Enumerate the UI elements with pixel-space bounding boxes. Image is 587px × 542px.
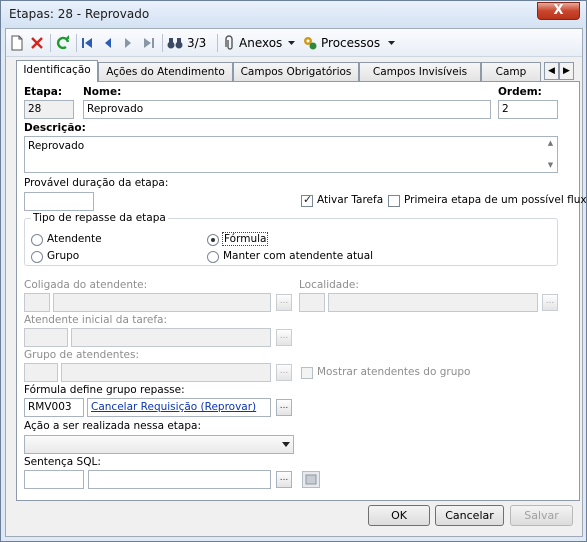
- toolbar: 3/3 Anexos Processos: [6, 29, 582, 57]
- coligada-code-field: [24, 293, 50, 312]
- radio-grupo-label: Grupo: [47, 250, 80, 262]
- descricao-scrollbar[interactable]: ▲ ▼: [545, 138, 556, 171]
- sql-edit-icon[interactable]: [302, 471, 320, 488]
- sql-name-field[interactable]: [88, 470, 271, 489]
- toolbar-separator: [76, 34, 77, 52]
- formula-name-field[interactable]: Cancelar Requisição (Reprovar): [87, 398, 271, 417]
- formula-browse-button[interactable]: ...: [276, 399, 292, 416]
- toolbar-separator: [162, 34, 163, 52]
- nome-label: Nome:: [83, 86, 122, 98]
- toolbar-separator: [217, 34, 218, 52]
- tab-campos-invisiveis[interactable]: Campos Invisíveis: [359, 62, 481, 82]
- last-record-icon[interactable]: [143, 33, 155, 53]
- ok-button[interactable]: OK: [368, 505, 430, 526]
- dialog-window: Etapas: 28 - Reprovado X 3/3 Anexos Proc…: [0, 0, 587, 542]
- tab-identificacao[interactable]: Identificação: [16, 60, 98, 82]
- sql-label: Sentença SQL:: [24, 456, 101, 468]
- formula-code-field[interactable]: RMV003: [24, 398, 84, 417]
- etapa-label: Etapa:: [24, 86, 63, 98]
- record-counter: 3/3: [187, 36, 207, 50]
- chevron-down-icon: [288, 41, 296, 45]
- localidade-browse-button: ...: [542, 294, 558, 311]
- duracao-field[interactable]: [24, 192, 94, 211]
- descricao-text: Reprovado: [28, 140, 85, 152]
- repasse-label: Tipo de repasse da etapa: [31, 212, 168, 224]
- refresh-icon[interactable]: [55, 33, 71, 53]
- acao-select[interactable]: [24, 435, 294, 454]
- atendente-inicial-label: Atendente inicial da tarefa:: [24, 314, 167, 326]
- etapa-field: 28: [24, 100, 74, 119]
- ativar-tarefa-checkbox[interactable]: [301, 193, 313, 207]
- descricao-label: Descrição:: [24, 122, 86, 134]
- atendente-inicial-name-field: [71, 328, 271, 347]
- grupo-atendentes-code-field: [24, 363, 58, 382]
- window-title: Etapas: 28 - Reprovado: [9, 7, 150, 21]
- attachments-button[interactable]: Anexos: [222, 33, 297, 53]
- radio-atendente-label: Atendente: [47, 233, 102, 245]
- processes-button[interactable]: Processos: [302, 33, 397, 53]
- acao-label: Ação a ser realizada nessa etapa:: [24, 420, 201, 432]
- save-button[interactable]: Salvar: [510, 505, 573, 526]
- ordem-field[interactable]: 2: [498, 100, 558, 119]
- formula-link[interactable]: Cancelar Requisição (Reprovar): [91, 401, 256, 413]
- sql-code-field[interactable]: [24, 470, 84, 489]
- grupo-atendentes-label: Grupo de atendentes:: [24, 349, 140, 361]
- ordem-label: Ordem:: [498, 86, 542, 98]
- delete-icon[interactable]: [30, 33, 44, 53]
- tab-acoes-atendimento[interactable]: Ações do Atendimento: [98, 62, 233, 82]
- binoculars-icon[interactable]: [167, 33, 183, 53]
- mostrar-atendentes-checkbox: [301, 367, 313, 379]
- attachments-label: Anexos: [239, 36, 283, 50]
- tab-scroll-right-icon[interactable]: ▶: [559, 62, 574, 80]
- radio-formula[interactable]: [207, 234, 219, 246]
- next-record-icon[interactable]: [123, 33, 133, 53]
- localidade-label: Localidade:: [299, 279, 359, 291]
- client-area: 3/3 Anexos Processos Identificação Ações…: [5, 28, 587, 537]
- primeira-etapa-label: Primeira etapa de um possível fluxo: [404, 194, 587, 206]
- processes-label: Processos: [321, 36, 381, 50]
- tab-campos-obrigatorios[interactable]: Campos Obrigatórios: [233, 62, 359, 82]
- coligada-name-field: [53, 293, 271, 312]
- grupo-atendentes-name-field: [61, 363, 271, 382]
- duracao-label: Provável duração da etapa:: [24, 177, 169, 189]
- previous-record-icon[interactable]: [103, 33, 113, 53]
- chevron-down-icon: [388, 41, 396, 45]
- primeira-etapa-checkbox[interactable]: [388, 195, 400, 207]
- sql-browse-button[interactable]: ...: [276, 471, 292, 488]
- title-bar: Etapas: 28 - Reprovado X: [1, 1, 586, 28]
- coligada-label: Coligada do atendente:: [24, 279, 148, 291]
- grupo-atendentes-browse-button: ...: [276, 364, 292, 381]
- close-button[interactable]: X: [537, 2, 580, 20]
- radio-formula-label: Fórmula: [222, 232, 269, 246]
- tab-campos-overflow[interactable]: Camp: [481, 62, 541, 82]
- radio-grupo[interactable]: [31, 251, 43, 263]
- toolbar-separator: [50, 34, 51, 52]
- atendente-inicial-code-field: [24, 328, 68, 347]
- tab-scroll-left-icon[interactable]: ◀: [544, 62, 559, 80]
- radio-manter-atendente[interactable]: [207, 251, 219, 263]
- radio-atendente[interactable]: [31, 234, 43, 246]
- gears-icon: [304, 37, 317, 50]
- atendente-inicial-browse-button: ...: [276, 329, 292, 346]
- radio-manter-atendente-label: Manter com atendente atual: [223, 250, 374, 262]
- nome-field[interactable]: Reprovado: [83, 100, 491, 119]
- first-record-icon[interactable]: [81, 33, 93, 53]
- ativar-tarefa-label: Ativar Tarefa: [317, 194, 384, 206]
- formula-label: Fórmula define grupo repasse:: [24, 384, 185, 396]
- new-record-icon[interactable]: [10, 33, 24, 53]
- mostrar-atendentes-label: Mostrar atendentes do grupo: [317, 366, 471, 378]
- coligada-browse-button: ...: [276, 294, 292, 311]
- cancel-button[interactable]: Cancelar: [435, 505, 504, 526]
- chevron-down-icon: [282, 442, 290, 447]
- descricao-field[interactable]: Reprovado ▲ ▼: [24, 136, 558, 173]
- localidade-code-field: [299, 293, 325, 312]
- paperclip-icon: [225, 35, 233, 50]
- identificacao-panel: Etapa: 28 Nome: Reprovado Ordem: 2 Descr…: [16, 81, 587, 501]
- localidade-name-field: [328, 293, 538, 312]
